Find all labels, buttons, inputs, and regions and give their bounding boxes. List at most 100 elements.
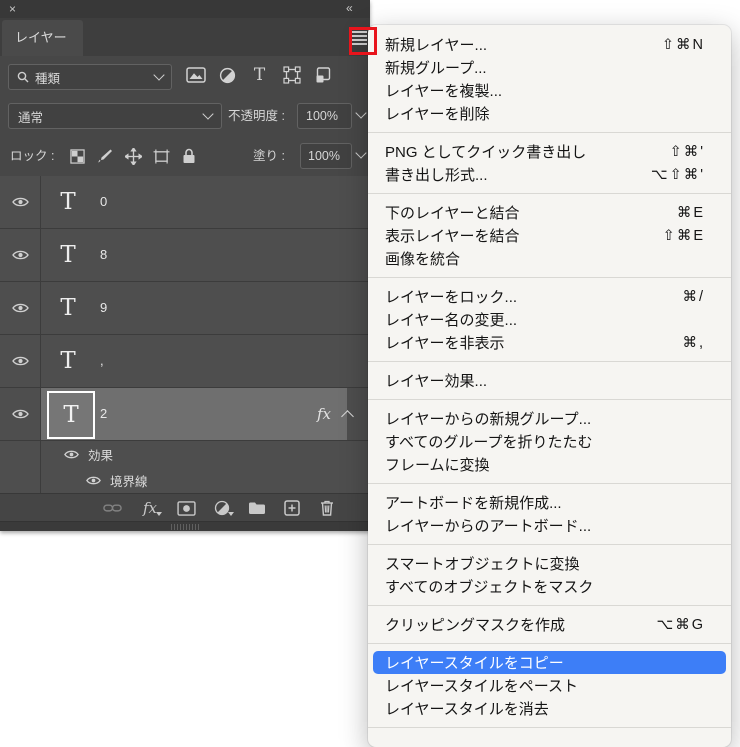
visibility-toggle[interactable] <box>0 229 41 281</box>
fill-field[interactable]: 100% <box>300 143 352 169</box>
layer-row-selected[interactable]: T 2 fx <box>0 388 370 441</box>
new-group-icon[interactable] <box>247 494 267 522</box>
type-layer-thumbnail-selected[interactable]: T <box>47 391 95 439</box>
menu-item-clear-layer-style[interactable]: レイヤースタイルを消去 <box>368 697 731 720</box>
type-layer-thumbnail[interactable]: T <box>52 229 84 281</box>
shortcut: ⇧⌘' <box>670 144 705 160</box>
lock-all-icon[interactable] <box>180 143 198 169</box>
visibility-toggle[interactable] <box>86 468 101 493</box>
menu-item-quick-export-png[interactable]: PNG としてクイック書き出し⇧⌘' <box>368 140 731 163</box>
adjustment-layers-filter-icon[interactable] <box>217 64 238 86</box>
menu-item-flatten-image[interactable]: 画像を統合 <box>368 247 731 270</box>
menu-item-rename-layer[interactable]: レイヤー名の変更... <box>368 308 731 331</box>
menu-item-duplicate-layer[interactable]: レイヤーを複製... <box>368 79 731 102</box>
add-layer-mask-icon[interactable] <box>176 494 196 522</box>
add-layer-style-icon[interactable]: fx <box>140 494 160 522</box>
visibility-toggle[interactable] <box>0 176 41 228</box>
menu-item-merge-visible[interactable]: 表示レイヤーを結合⇧⌘E <box>368 224 731 247</box>
shortcut: ⌘/ <box>682 289 705 305</box>
type-layers-filter-icon[interactable]: T <box>249 64 270 86</box>
panel-collapse-icon[interactable]: « <box>346 0 352 17</box>
shortcut: ⇧⌘E <box>663 228 705 244</box>
layer-name[interactable]: 9 <box>100 282 107 334</box>
eye-icon <box>12 408 29 420</box>
layer-row[interactable]: T 8 <box>0 229 370 282</box>
menu-item-merge-down[interactable]: 下のレイヤーと結合⌘E <box>368 201 731 224</box>
layer-row[interactable]: T , <box>0 335 370 388</box>
eye-icon <box>12 355 29 367</box>
panel-resize-grip[interactable] <box>0 521 370 531</box>
menu-item-copy-layer-style[interactable]: レイヤースタイルをコピー <box>373 651 726 674</box>
eye-icon <box>12 196 29 208</box>
menu-item-artboard-from-layers[interactable]: レイヤーからのアートボード... <box>368 514 731 537</box>
fill-value: 100% <box>308 149 340 163</box>
layer-name[interactable]: , <box>100 335 104 387</box>
layer-name[interactable]: 0 <box>100 176 107 228</box>
menu-item-lock-layers[interactable]: レイヤーをロック...⌘/ <box>368 285 731 308</box>
grip-lines-icon <box>171 524 201 530</box>
menu-separator <box>368 483 731 484</box>
menu-item-collapse-all-groups[interactable]: すべてのグループを折りたたむ <box>368 430 731 453</box>
menu-item-hide-layer[interactable]: レイヤーを非表示⌘, <box>368 331 731 354</box>
type-layer-thumbnail[interactable]: T <box>52 176 84 228</box>
eye-icon <box>12 249 29 261</box>
visibility-toggle[interactable] <box>64 441 79 468</box>
visibility-toggle[interactable] <box>0 388 41 440</box>
visibility-toggle[interactable] <box>0 335 41 387</box>
lock-transparent-pixels-icon[interactable] <box>68 143 86 169</box>
eye-icon <box>64 449 79 460</box>
new-adjustment-layer-icon[interactable] <box>212 494 232 522</box>
menu-item-create-clipping-mask[interactable]: クリッピングマスクを作成⌥⌘G <box>368 613 731 636</box>
menu-separator <box>368 277 731 278</box>
opacity-field[interactable]: 100% <box>297 103 352 129</box>
delete-layer-icon[interactable] <box>317 494 337 522</box>
layer-row[interactable]: T 0 <box>0 176 370 229</box>
menu-item-convert-to-smart-object[interactable]: スマートオブジェクトに変換 <box>368 552 731 575</box>
chevron-down-icon <box>202 108 213 119</box>
shape-layers-filter-icon[interactable] <box>281 64 302 86</box>
layer-name[interactable]: 8 <box>100 229 107 281</box>
menu-separator <box>368 544 731 545</box>
blend-mode-dropdown[interactable]: 通常 <box>8 103 222 129</box>
tab-layers[interactable]: レイヤー <box>2 20 83 56</box>
menu-item-export-as[interactable]: 書き出し形式...⌥⇧⌘' <box>368 163 731 186</box>
menu-item-new-group-from-layers[interactable]: レイヤーからの新規グループ... <box>368 407 731 430</box>
lock-position-icon[interactable] <box>124 143 142 169</box>
layer-row[interactable]: T 9 <box>0 282 370 335</box>
menu-separator <box>368 605 731 606</box>
menu-item-convert-to-frame[interactable]: フレームに変換 <box>368 453 731 476</box>
layers-panel-menu: 新規レイヤー...⇧⌘N 新規グループ... レイヤーを複製... レイヤーを削… <box>368 25 731 747</box>
filter-type-value: 種類 <box>35 68 60 87</box>
lock-artboard-nesting-icon[interactable] <box>152 143 170 169</box>
layer-name[interactable]: 2 <box>100 388 107 440</box>
menu-item-paste-layer-style[interactable]: レイヤースタイルをペースト <box>368 674 731 697</box>
menu-item-layer-effects[interactable]: レイヤー効果... <box>368 369 731 392</box>
menu-item-new-layer[interactable]: 新規レイヤー...⇧⌘N <box>368 33 731 56</box>
type-layer-thumbnail[interactable]: T <box>52 282 84 334</box>
smart-objects-filter-icon[interactable] <box>313 64 334 86</box>
effects-group-row[interactable]: 効果 <box>0 441 370 468</box>
search-icon <box>17 71 29 83</box>
type-layer-thumbnail[interactable]: T <box>52 335 84 387</box>
menu-item-new-artboard[interactable]: アートボードを新規作成... <box>368 491 731 514</box>
shortcut: ⌘E <box>677 205 705 221</box>
filter-type-dropdown[interactable]: 種類 <box>8 64 172 90</box>
menu-separator <box>368 643 731 644</box>
visibility-toggle[interactable] <box>0 282 41 334</box>
pixel-layers-filter-icon[interactable] <box>185 64 206 86</box>
menu-item-delete-layer[interactable]: レイヤーを削除 <box>368 102 731 125</box>
lock-image-pixels-icon[interactable] <box>96 143 114 169</box>
menu-item-mask-all-objects[interactable]: すべてのオブジェクトをマスク <box>368 575 731 598</box>
new-layer-icon[interactable] <box>282 494 302 522</box>
eye-icon <box>86 475 101 486</box>
effect-stroke-row[interactable]: 境界線 <box>0 468 370 494</box>
chevron-down-icon <box>153 69 164 80</box>
menu-separator <box>368 399 731 400</box>
panel-close-icon[interactable]: × <box>9 0 16 18</box>
panel-header: × « <box>0 0 370 18</box>
fill-label: 塗り : <box>253 136 285 176</box>
fx-badge: fx <box>317 388 331 440</box>
link-layers-icon[interactable] <box>102 494 122 522</box>
menu-item-new-group[interactable]: 新規グループ... <box>368 56 731 79</box>
shortcut: ⌥⌘G <box>657 617 706 633</box>
